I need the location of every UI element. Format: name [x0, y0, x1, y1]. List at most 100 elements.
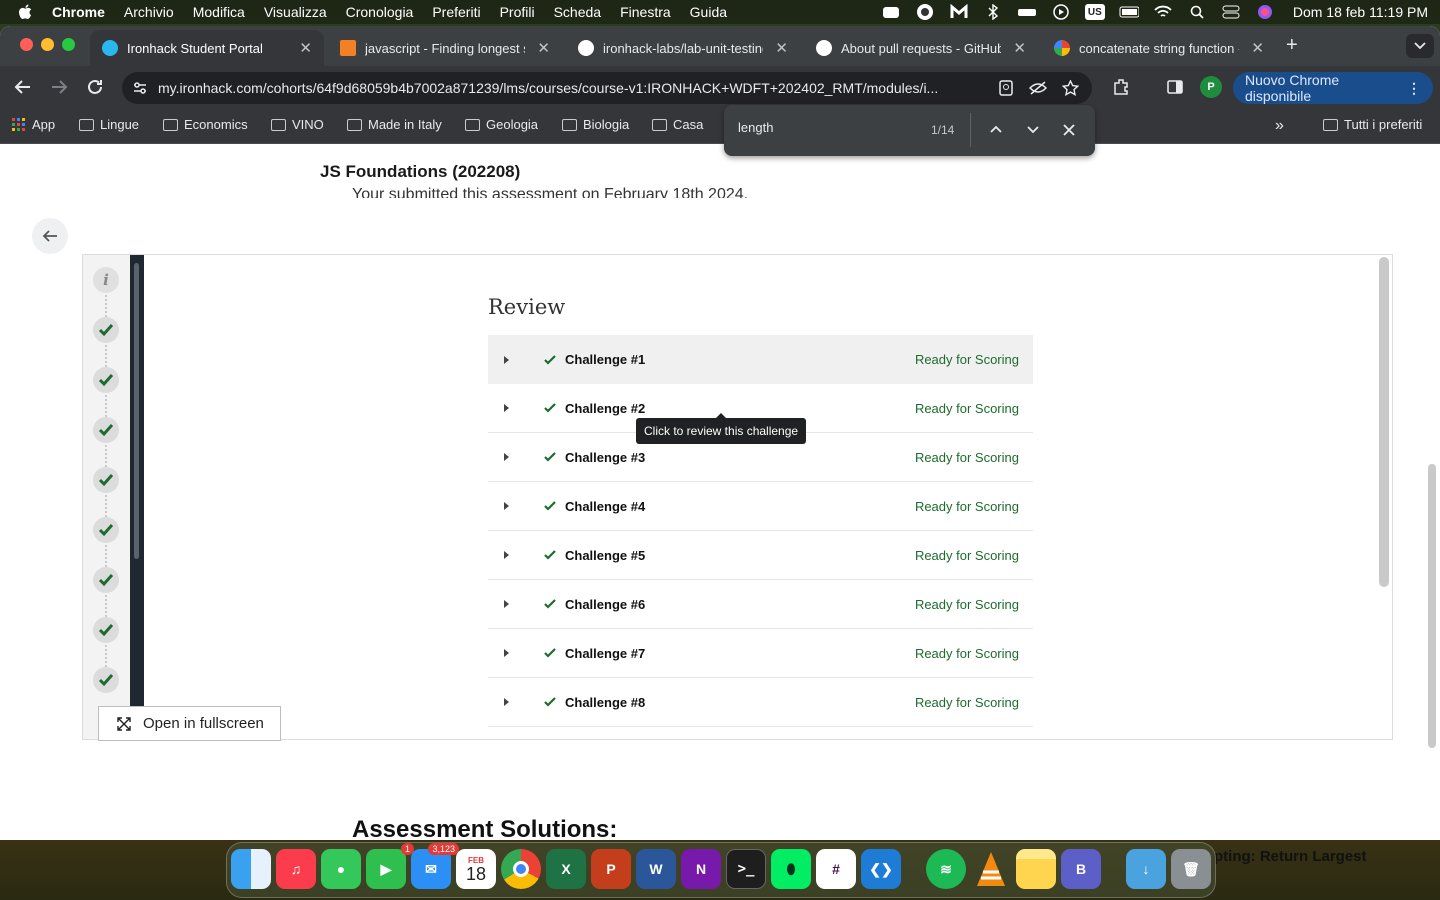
music-icon[interactable]: ♫ [276, 849, 316, 889]
apple-icon[interactable] [18, 4, 32, 20]
chrome-update-button[interactable]: Nuovo Chrome disponibile ⋮ [1233, 72, 1433, 104]
vlc-icon[interactable] [971, 849, 1011, 889]
profile-avatar[interactable]: P [1200, 76, 1222, 98]
step-scrollbar-thumb[interactable] [134, 263, 139, 559]
challenge-row[interactable]: Challenge #7 Ready for Scoring [488, 629, 1033, 678]
close-tab-icon[interactable]: ✕ [1005, 39, 1026, 57]
back-nav-button[interactable] [14, 78, 32, 96]
zoom-window-button[interactable] [62, 38, 75, 51]
chrome-icon[interactable] [501, 849, 541, 889]
new-tab-button[interactable]: + [1286, 34, 1298, 57]
step-check[interactable] [93, 617, 119, 643]
step-check[interactable] [93, 467, 119, 493]
menu-guida[interactable]: Guida [690, 4, 727, 20]
menubar-clock[interactable]: Dom 18 feb 11:19 PM [1293, 4, 1428, 20]
menu-finestra[interactable]: Finestra [620, 4, 671, 20]
menu-modifica[interactable]: Modifica [193, 4, 245, 20]
step-check[interactable] [93, 417, 119, 443]
tab-ironhack-portal[interactable]: Ironhack Student Portal ✕ [90, 30, 324, 66]
tab-github-docs[interactable]: About pull requests - GitHub ✕ [804, 30, 1038, 66]
minimize-window-button[interactable] [41, 38, 54, 51]
bookmark-folder-vino[interactable]: VINO [271, 117, 324, 132]
mongodb-compass-icon[interactable]: ⬮ [771, 849, 811, 889]
challenge-row[interactable]: Challenge #1 Ready for Scoring [488, 335, 1033, 384]
spotify-icon[interactable]: ≋ [926, 849, 966, 889]
wifi-icon[interactable] [1153, 4, 1173, 20]
bbedit-icon[interactable]: B [1061, 849, 1101, 889]
extensions-button[interactable] [1112, 78, 1130, 96]
chevron-down-icon[interactable] [1027, 126, 1039, 134]
tab-github-lab[interactable]: ironhack-labs/lab-unit-testing ✕ [566, 30, 800, 66]
challenge-row[interactable]: Challenge #4 Ready for Scoring [488, 482, 1033, 531]
lens-search-icon[interactable] [998, 80, 1014, 96]
tab-stackoverflow[interactable]: javascript - Finding longest string ✕ [328, 30, 562, 66]
more-bookmarks-button[interactable]: » [1275, 117, 1284, 135]
trash-icon[interactable]: 🗑 [1171, 849, 1211, 889]
bluetooth-icon[interactable] [983, 4, 1003, 20]
menu-visualizza[interactable]: Visualizza [264, 4, 327, 20]
keyboard-layout-icon[interactable]: US [1084, 4, 1105, 20]
control-center-icon[interactable] [1221, 4, 1241, 20]
info-step[interactable]: i [93, 267, 119, 293]
close-tab-icon[interactable]: ✕ [767, 39, 788, 57]
chevron-up-icon[interactable] [990, 125, 1002, 133]
word-icon[interactable]: W [636, 849, 676, 889]
address-bar[interactable]: my.ironhack.com/cohorts/64f9d68059b4b700… [122, 72, 1092, 104]
sync-icon[interactable] [915, 4, 935, 20]
menu-app-name[interactable]: Chrome [52, 4, 105, 20]
forward-nav-button[interactable] [50, 78, 68, 96]
step-check[interactable] [93, 567, 119, 593]
back-button[interactable] [32, 218, 68, 254]
step-check[interactable] [93, 317, 119, 343]
close-tab-icon[interactable]: ✕ [1243, 39, 1264, 57]
close-tab-icon[interactable]: ✕ [291, 39, 312, 57]
star-icon[interactable] [1062, 80, 1079, 96]
frame-scrollbar-thumb[interactable] [1379, 257, 1389, 587]
step-check[interactable] [93, 667, 119, 693]
calendar-icon[interactable]: FEB 18 [456, 849, 496, 889]
play-icon[interactable] [1051, 4, 1071, 20]
facetime-icon[interactable]: ▶ 1 [366, 843, 414, 889]
site-info-icon[interactable] [132, 81, 148, 95]
challenge-row[interactable]: Challenge #8 Ready for Scoring [488, 678, 1033, 727]
menu-scheda[interactable]: Scheda [554, 4, 601, 20]
close-icon[interactable] [1063, 124, 1075, 136]
page-scrollbar-thumb[interactable] [1428, 464, 1436, 748]
tab-search-button[interactable] [1406, 34, 1434, 58]
side-panel-button[interactable] [1166, 78, 1184, 96]
notes-icon[interactable] [1016, 849, 1056, 889]
bookmark-folder-lingue[interactable]: Lingue [79, 117, 139, 132]
mail-icon[interactable]: ✉ 3,123 [411, 843, 459, 889]
menu-cronologia[interactable]: Cronologia [346, 4, 414, 20]
find-input[interactable] [738, 120, 908, 135]
downloads-folder-icon[interactable]: ↓ [1126, 849, 1166, 889]
bookmark-apps[interactable]: App [12, 117, 55, 132]
siri-icon[interactable] [1255, 4, 1275, 20]
challenge-row[interactable]: Challenge #5 Ready for Scoring [488, 531, 1033, 580]
reload-button[interactable] [86, 78, 104, 96]
spotlight-search-icon[interactable] [1187, 4, 1207, 20]
close-tab-icon[interactable]: ✕ [529, 39, 550, 57]
malwarebytes-icon[interactable] [949, 4, 969, 20]
car-icon[interactable] [1017, 4, 1037, 20]
bookmark-folder-casa[interactable]: Casa [652, 117, 703, 132]
excel-icon[interactable]: X [546, 849, 586, 889]
challenge-row[interactable]: Challenge #6 Ready for Scoring [488, 580, 1033, 629]
onenote-icon[interactable]: N [681, 849, 721, 889]
menu-profili[interactable]: Profili [500, 4, 535, 20]
step-check[interactable] [93, 367, 119, 393]
bookmark-folder-all[interactable]: Tutti i preferiti [1323, 117, 1422, 132]
terminal-icon[interactable]: >_ [726, 849, 766, 889]
vscode-icon[interactable]: ❮❯ [861, 849, 901, 889]
bookmark-folder-geologia[interactable]: Geologia [465, 117, 538, 132]
close-window-button[interactable] [20, 38, 33, 51]
battery-icon[interactable] [1119, 4, 1139, 20]
powerpoint-icon[interactable]: P [591, 849, 631, 889]
kebab-menu-icon[interactable]: ⋮ [1407, 80, 1421, 97]
slack-icon[interactable]: # [816, 849, 856, 889]
bookmark-folder-biologia[interactable]: Biologia [562, 117, 629, 132]
menu-archivio[interactable]: Archivio [124, 4, 174, 20]
messages-icon[interactable]: ● [321, 849, 361, 889]
bookmark-folder-made-in-italy[interactable]: Made in Italy [347, 117, 442, 132]
step-check[interactable] [93, 517, 119, 543]
